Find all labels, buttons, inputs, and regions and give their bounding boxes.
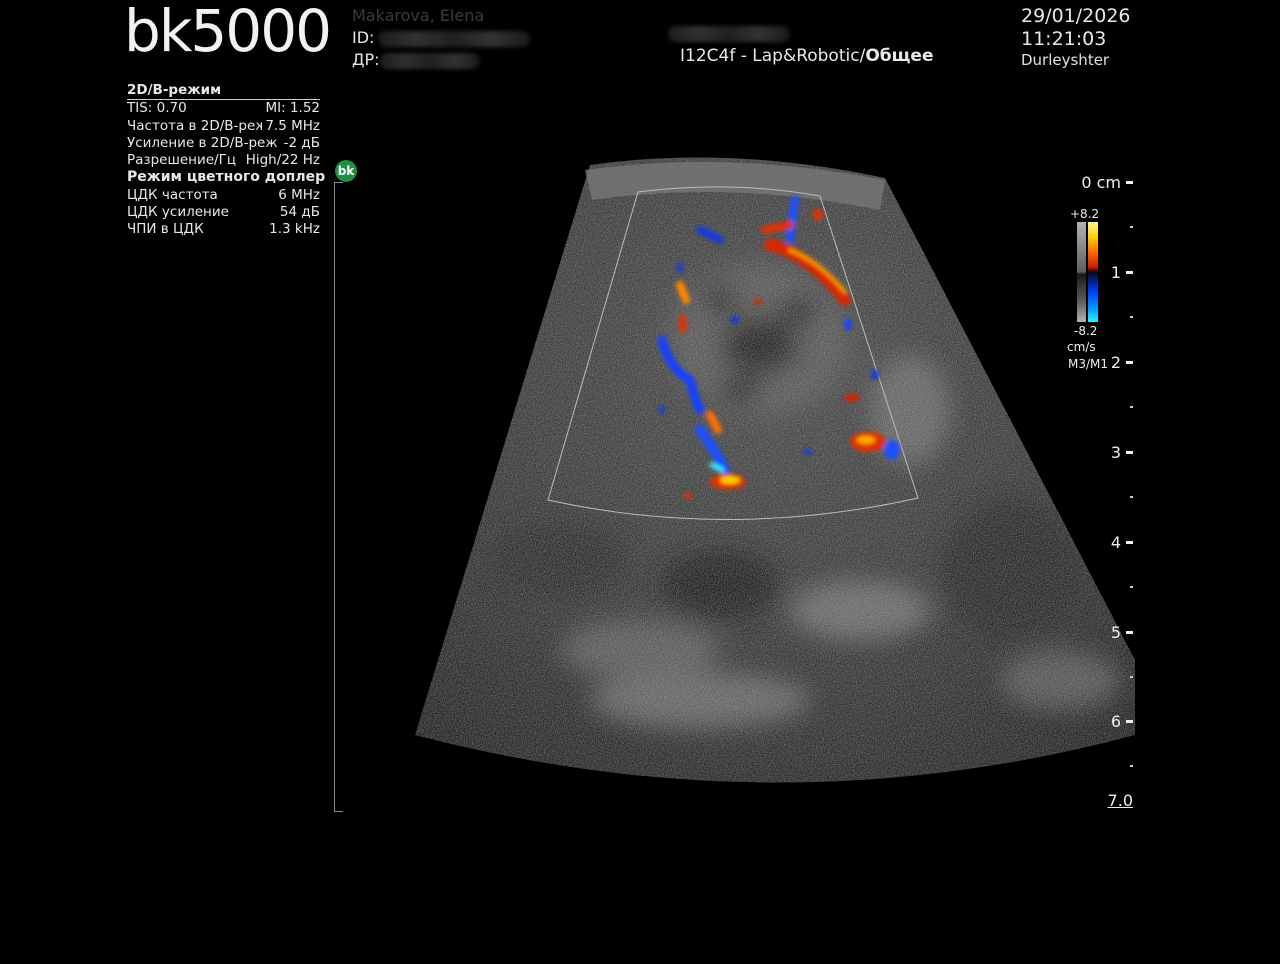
color-bar-min: -8.2 bbox=[1074, 324, 1098, 338]
depth-tick bbox=[1126, 361, 1133, 364]
depth-tick bbox=[1126, 451, 1133, 454]
depth-minor-tick bbox=[1130, 226, 1133, 228]
depth-label: 4 bbox=[1110, 533, 1121, 552]
depth-tick bbox=[1126, 181, 1133, 184]
depth-scale: 0 cm 1 2 3 4 5 6 7.0 bbox=[1060, 170, 1140, 820]
color-velocity-bar bbox=[1088, 222, 1098, 322]
depth-minor-tick bbox=[1130, 676, 1133, 678]
depth-label: 3 bbox=[1110, 443, 1121, 462]
depth-max-label: 7.0 bbox=[1107, 791, 1133, 810]
depth-tick bbox=[1126, 720, 1133, 723]
depth-minor-tick bbox=[1130, 316, 1133, 318]
depth-minor-tick bbox=[1130, 765, 1133, 767]
color-bar-unit: cm/s bbox=[1067, 340, 1096, 354]
depth-unit-label: 0 cm bbox=[1081, 173, 1121, 192]
depth-label: 1 bbox=[1110, 263, 1121, 282]
color-map-label: M3/M1 bbox=[1068, 357, 1109, 371]
depth-label: 5 bbox=[1110, 623, 1121, 642]
depth-minor-tick bbox=[1130, 406, 1133, 408]
depth-minor-tick bbox=[1130, 496, 1133, 498]
depth-label: 2 bbox=[1110, 353, 1121, 372]
depth-minor-tick bbox=[1130, 586, 1133, 588]
depth-tick bbox=[1126, 541, 1133, 544]
color-bar-grayscale bbox=[1077, 222, 1086, 322]
depth-tick bbox=[1126, 271, 1133, 274]
depth-label: 6 bbox=[1110, 712, 1121, 731]
depth-tick bbox=[1126, 631, 1133, 634]
color-bar-max: +8.2 bbox=[1070, 207, 1100, 221]
